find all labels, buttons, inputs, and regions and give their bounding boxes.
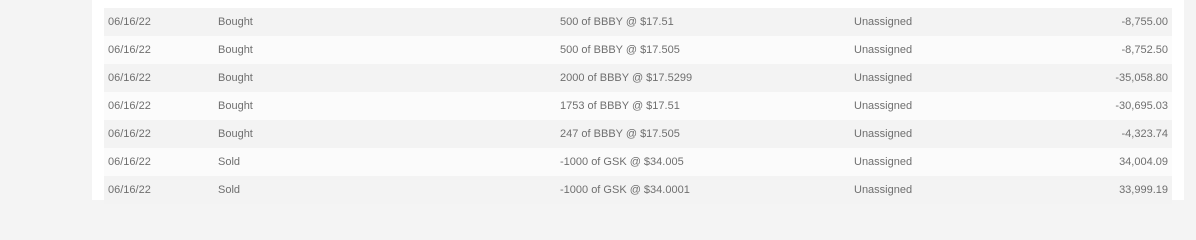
account-cell: Unassigned <box>854 156 913 168</box>
account-cell: Unassigned <box>854 128 913 140</box>
description-cell: 1753 of BBBY @ $17.51 <box>560 100 680 112</box>
date-cell: 06/16/22 <box>108 184 151 196</box>
action-cell: Bought <box>218 128 253 140</box>
action-cell: Sold <box>218 184 241 196</box>
action-cell: Bought <box>218 44 253 56</box>
action-cell: Bought <box>218 72 253 84</box>
account-cell: Unassigned <box>854 44 913 56</box>
action-cell: Sold <box>218 156 241 168</box>
amount-cell: -8,755.00 <box>1121 16 1168 28</box>
account-cell: Unassigned <box>854 72 913 84</box>
table-row[interactable]: 06/16/22 Sold -1000 of GSK @ $34.0001 Un… <box>104 176 1172 204</box>
account-cell: Unassigned <box>854 100 913 112</box>
action-cell: Bought <box>218 16 253 28</box>
date-cell: 06/16/22 <box>108 128 151 140</box>
description-cell: 2000 of BBBY @ $17.5299 <box>560 72 693 84</box>
amount-cell: -8,752.50 <box>1121 44 1168 56</box>
amount-cell: -4,323.74 <box>1121 128 1168 140</box>
date-cell: 06/16/22 <box>108 100 151 112</box>
table-row[interactable]: 06/16/22 Bought 247 of BBBY @ $17.505 Un… <box>104 120 1172 148</box>
action-cell: Bought <box>218 100 253 112</box>
description-cell: 500 of BBBY @ $17.51 <box>560 16 674 28</box>
date-cell: 06/16/22 <box>108 156 151 168</box>
description-cell: 500 of BBBY @ $17.505 <box>560 44 680 56</box>
amount-cell: 33,999.19 <box>1119 184 1168 196</box>
date-cell: 06/16/22 <box>108 72 151 84</box>
transactions-table: 06/16/22 Bought 500 of BBBY @ $17.51 Una… <box>104 8 1172 204</box>
date-cell: 06/16/22 <box>108 16 151 28</box>
amount-cell: 34,004.09 <box>1119 156 1168 168</box>
amount-cell: -35,058.80 <box>1115 72 1168 84</box>
table-row[interactable]: 06/16/22 Bought 500 of BBBY @ $17.51 Una… <box>104 8 1172 36</box>
table-header-edge <box>92 0 1184 8</box>
account-cell: Unassigned <box>854 16 913 28</box>
table-row[interactable]: 06/16/22 Bought 2000 of BBBY @ $17.5299 … <box>104 64 1172 92</box>
transactions-panel: 06/16/22 Bought 500 of BBBY @ $17.51 Una… <box>92 0 1184 204</box>
account-cell: Unassigned <box>854 184 913 196</box>
description-cell: 247 of BBBY @ $17.505 <box>560 128 680 140</box>
description-cell: -1000 of GSK @ $34.005 <box>560 156 684 168</box>
table-row[interactable]: 06/16/22 Sold -1000 of GSK @ $34.005 Una… <box>104 148 1172 176</box>
table-row[interactable]: 06/16/22 Bought 500 of BBBY @ $17.505 Un… <box>104 36 1172 64</box>
description-cell: -1000 of GSK @ $34.0001 <box>560 184 690 196</box>
date-cell: 06/16/22 <box>108 44 151 56</box>
amount-cell: -30,695.03 <box>1115 100 1168 112</box>
table-row[interactable]: 06/16/22 Bought 1753 of BBBY @ $17.51 Un… <box>104 92 1172 120</box>
